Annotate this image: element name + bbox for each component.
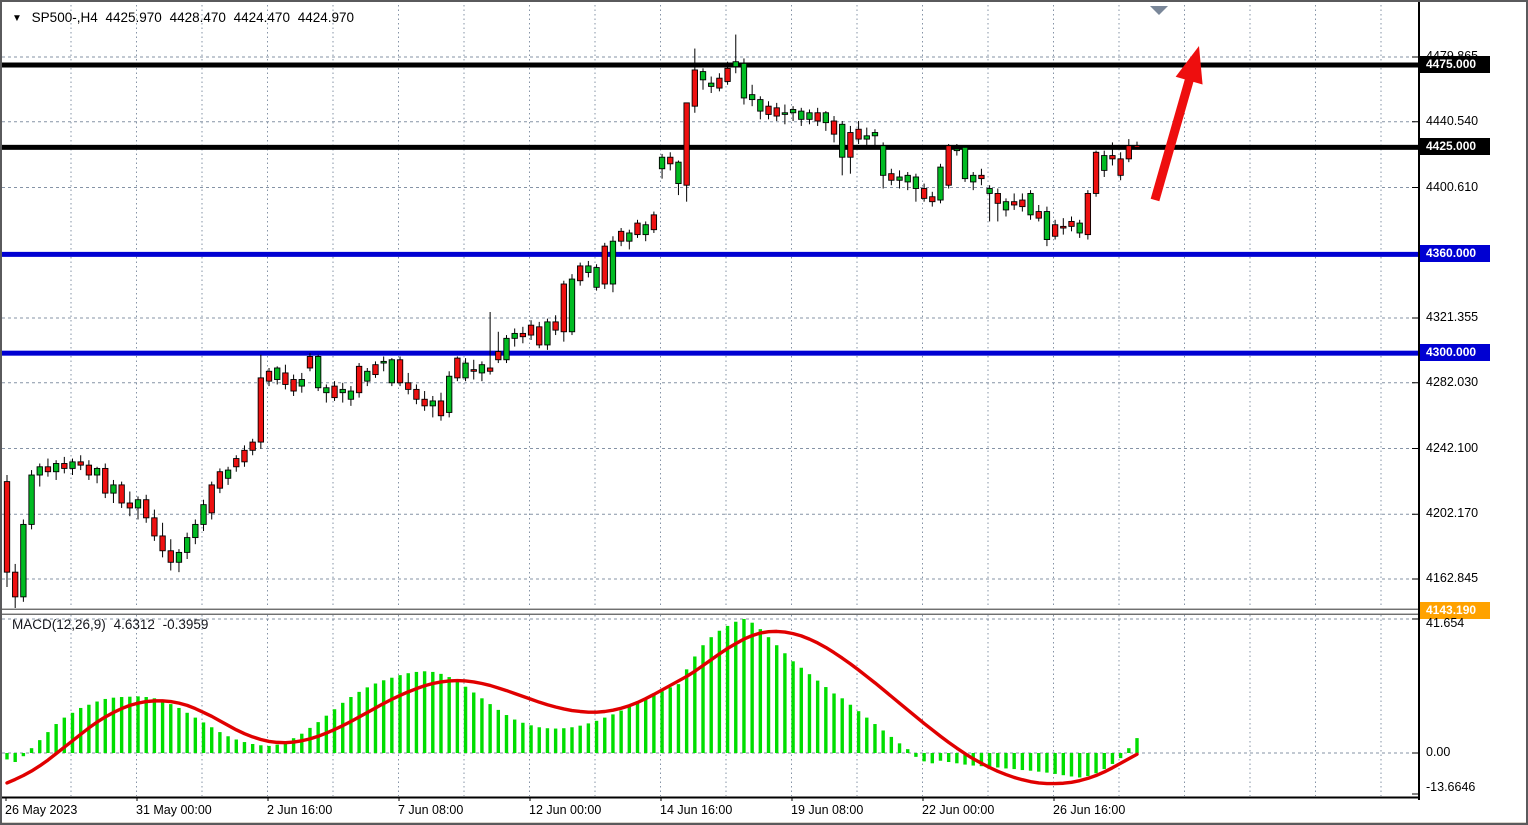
time-axis-label: 14 Jun 16:00 <box>660 803 732 817</box>
candlestick-series <box>4 35 1139 611</box>
symbol-period: SP500-,H4 <box>32 10 98 25</box>
macd-histogram <box>5 619 1138 777</box>
macd-signal-line <box>7 631 1137 783</box>
chart-end-marker-icon[interactable] <box>1150 6 1168 15</box>
time-axis-label: 19 Jun 08:00 <box>791 803 863 817</box>
price-level-badge[interactable]: 4425.000 <box>1420 138 1490 155</box>
ohlc-low: 4424.470 <box>234 10 290 25</box>
price-axis-separator <box>1418 2 1420 800</box>
time-axis-label: 2 Jun 16:00 <box>267 803 332 817</box>
macd-indicator-label: MACD(12,26,9) 4.6312 -0.3959 <box>12 617 212 632</box>
macd-axis-label: 41.654 <box>1426 616 1464 630</box>
price-axis-label: 4321.355 <box>1426 310 1478 324</box>
time-axis-label: 7 Jun 08:00 <box>398 803 463 817</box>
price-level-badge[interactable]: 4475.000 <box>1420 56 1490 73</box>
symbol-dropdown-icon[interactable]: ▼ <box>12 13 22 24</box>
price-axis-label: 4282.030 <box>1426 375 1478 389</box>
time-axis-label: 26 Jun 16:00 <box>1053 803 1125 817</box>
price-axis-label: 4202.170 <box>1426 506 1478 520</box>
macd-signal-value: -0.3959 <box>163 617 209 632</box>
chart-plot-area[interactable] <box>2 2 1418 801</box>
ohlc-high: 4428.470 <box>170 10 226 25</box>
chart-title: ▼ SP500-,H4 4425.970 4428.470 4424.470 4… <box>12 10 358 25</box>
macd-main-value: 4.6312 <box>114 617 155 632</box>
price-axis-label: 4242.100 <box>1426 441 1478 455</box>
up-arrow-annotation[interactable] <box>1155 46 1203 200</box>
chart-window: ▼ SP500-,H4 4425.970 4428.470 4424.470 4… <box>0 0 1528 825</box>
ohlc-open: 4425.970 <box>105 10 161 25</box>
ohlc-close: 4424.970 <box>298 10 354 25</box>
time-axis-label: 12 Jun 00:00 <box>529 803 601 817</box>
time-axis-label: 22 Jun 00:00 <box>922 803 994 817</box>
time-axis-label: 31 May 00:00 <box>136 803 212 817</box>
macd-axis-label: -13.6646 <box>1426 780 1475 794</box>
price-gridlines <box>2 5 1418 608</box>
price-axis-label: 4440.540 <box>1426 114 1478 128</box>
price-level-badge[interactable]: 4360.000 <box>1420 245 1490 262</box>
macd-axis-label: 0.00 <box>1426 745 1450 759</box>
price-axis-label: 4400.610 <box>1426 180 1478 194</box>
price-level-badge[interactable]: 4300.000 <box>1420 344 1490 361</box>
macd-name: MACD(12,26,9) <box>12 617 106 632</box>
price-axis-label: 4162.845 <box>1426 571 1478 585</box>
horizontal-price-lines[interactable] <box>2 63 1418 614</box>
time-axis-label: 26 May 2023 <box>5 803 77 817</box>
